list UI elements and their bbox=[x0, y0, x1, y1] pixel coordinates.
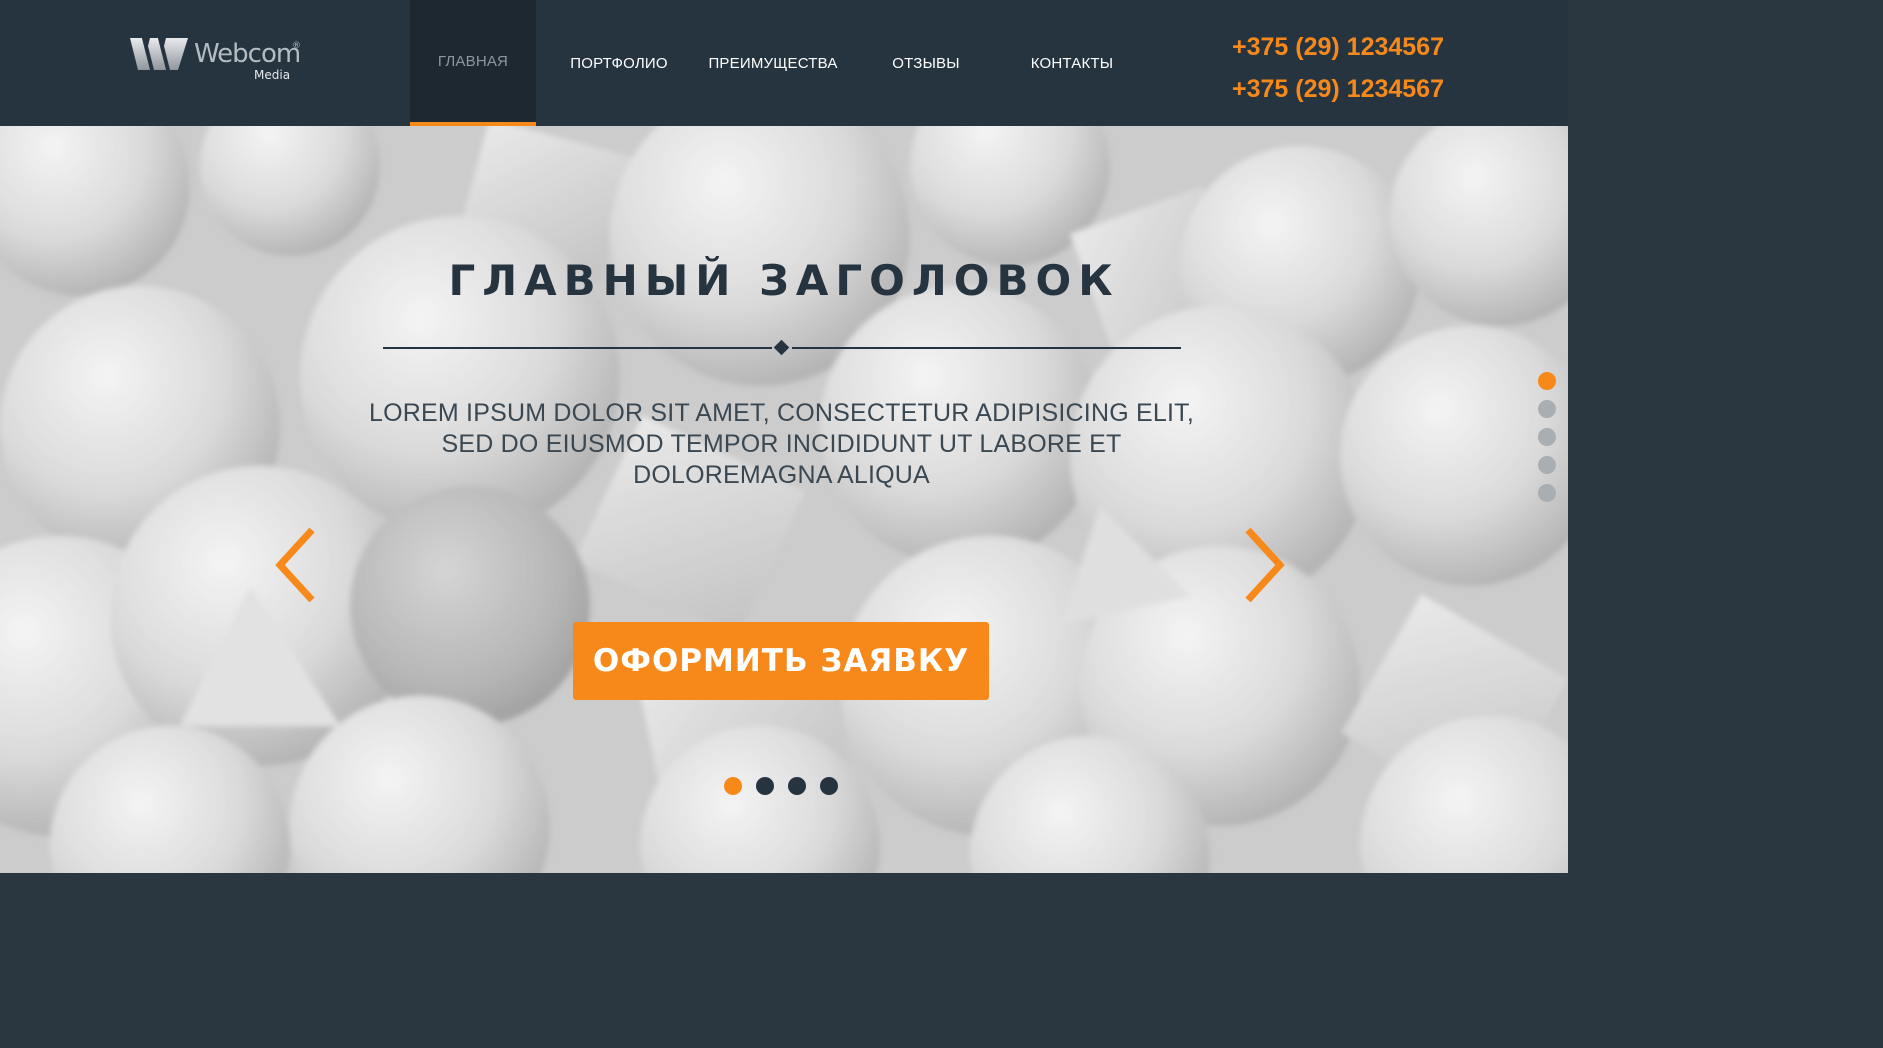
title-divider bbox=[383, 339, 1181, 356]
nav-item-home[interactable]: ГЛАВНАЯ bbox=[410, 0, 536, 126]
phone-link[interactable]: +375 (29) 1234567 bbox=[1232, 68, 1532, 110]
section-dot[interactable] bbox=[1538, 372, 1556, 390]
brand-name: Webcom bbox=[194, 39, 301, 69]
nav-item-portfolio[interactable]: ПОРТФОЛИО bbox=[556, 0, 682, 126]
hero-description: LOREM IPSUM DOLOR SIT AMET, CONSECTETUR … bbox=[369, 399, 1194, 489]
hero-background-image bbox=[0, 126, 1568, 873]
section-dot[interactable] bbox=[1538, 484, 1556, 502]
section-dot[interactable] bbox=[1538, 428, 1556, 446]
nav-item-reviews[interactable]: ОТЗЫВЫ bbox=[870, 0, 982, 126]
brand-sub: Media bbox=[254, 68, 291, 82]
hero-slider: ГЛАВНЫЙ ЗАГОЛОВОК LOREM IPSUM DOLOR SIT … bbox=[0, 126, 1568, 873]
slider-dot[interactable] bbox=[756, 777, 774, 795]
slider-dot[interactable] bbox=[788, 777, 806, 795]
nav-item-advantages[interactable]: ПРЕИМУЩЕСТВА bbox=[702, 0, 844, 126]
phone-link[interactable]: +375 (29) 1234567 bbox=[1232, 26, 1532, 68]
slider-dot[interactable] bbox=[724, 777, 742, 795]
hero-title: ГЛАВНЫЙ ЗАГОЛОВОК bbox=[448, 256, 1120, 305]
section-dot[interactable] bbox=[1538, 456, 1556, 474]
logo[interactable]: Webcom ® Media bbox=[130, 38, 310, 84]
diamond-icon bbox=[773, 339, 790, 356]
section-dot[interactable] bbox=[1538, 400, 1556, 418]
chevron-left-icon bbox=[275, 527, 315, 603]
order-button[interactable]: ОФОРМИТЬ ЗАЯВКУ bbox=[573, 622, 989, 700]
slider-next-button[interactable] bbox=[1240, 524, 1290, 606]
slider-prev-button[interactable] bbox=[270, 524, 320, 606]
brand-registered-mark: ® bbox=[292, 41, 301, 51]
nav-item-contacts[interactable]: КОНТАКТЫ bbox=[1012, 0, 1132, 126]
slider-dot[interactable] bbox=[820, 777, 838, 795]
site-header: Webcom ® Media ГЛАВНАЯ ПОРТФОЛИО ПРЕИМУЩ… bbox=[0, 0, 1568, 126]
chevron-right-icon bbox=[1245, 527, 1285, 603]
webcom-logo-icon bbox=[130, 38, 188, 70]
phone-list: +375 (29) 1234567 +375 (29) 1234567 bbox=[1232, 26, 1532, 110]
